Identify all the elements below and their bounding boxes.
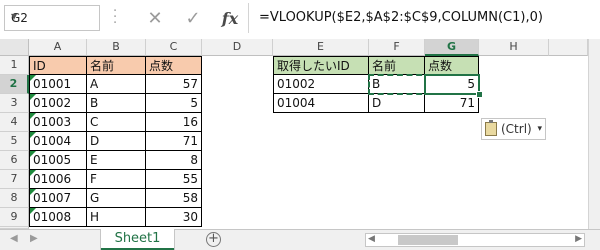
table1-cell-name[interactable]: G [87,189,146,208]
table1-cell-name[interactable]: A [87,75,146,94]
table1-header-score[interactable]: 点数 [146,56,202,75]
table2-header-score[interactable]: 点数 [425,56,479,75]
row-header-6[interactable]: 6 [0,151,29,170]
error-indicator-icon [30,170,36,176]
table2-cell-id[interactable]: 01004 [273,94,369,113]
column-header-e[interactable]: E [273,39,369,56]
table1-cell-name[interactable]: F [87,170,146,189]
chevron-down-icon: ▾ [537,124,542,134]
table1-cell-id[interactable]: 01007 [29,189,87,208]
table1-cell-score[interactable]: 30 [146,208,202,227]
scroll-tabs-right-icon[interactable]: ▶ [30,233,38,244]
table2-cell-name[interactable]: D [369,94,425,113]
select-all-corner[interactable] [0,39,29,56]
table1-cell-score[interactable]: 55 [146,170,202,189]
table1-header-name[interactable]: 名前 [87,56,146,75]
column-header-b[interactable]: B [87,39,146,56]
error-indicator-icon [30,208,36,214]
column-header-g[interactable]: G [425,39,479,56]
row-header-8[interactable]: 8 [0,189,29,208]
sheet-tab-sheet1[interactable]: Sheet1 [101,229,174,250]
clipboard-icon [485,120,497,136]
table1-cell-score[interactable]: 16 [146,113,202,132]
row-header-9[interactable]: 9 [0,208,29,227]
error-indicator-icon [30,113,36,119]
table2-cell-name[interactable]: B [369,75,425,94]
row-header-4[interactable]: 4 [0,113,29,132]
table1-cell-name[interactable]: C [87,113,146,132]
paste-options-button[interactable]: (Ctrl) ▾ [481,118,546,140]
table1-cell-score[interactable]: 58 [146,189,202,208]
scroll-tabs-left-icon[interactable]: ◀ [10,233,18,244]
table1-cell-id[interactable]: 01004 [29,132,87,151]
fill-handle[interactable] [476,91,483,98]
column-header-c[interactable]: C [146,39,202,56]
row-header-2[interactable]: 2 [0,75,29,94]
chevron-down-icon[interactable]: ▾ [11,9,95,23]
table1-cell-id[interactable]: 01006 [29,170,87,189]
table1-header-id[interactable]: ID [29,56,87,75]
table1-cell-name[interactable]: D [87,132,146,151]
scrollbar-thumb[interactable] [398,235,458,245]
row-header-3[interactable]: 3 [0,94,29,113]
column-header-a[interactable]: A [29,39,87,56]
error-indicator-icon [30,151,36,157]
row-header-1[interactable]: 1 [0,56,29,75]
table2-cell-score[interactable]: 5 [425,75,479,94]
table1-cell-id[interactable]: 01002 [29,94,87,113]
table1-cell-score[interactable]: 8 [146,151,202,170]
insert-function-button[interactable]: fx [218,7,242,31]
column-header-h[interactable]: H [479,39,549,56]
vertical-scrollbar[interactable] [588,39,600,229]
row-header-5[interactable]: 5 [0,132,29,151]
table1-cell-id[interactable]: 01001 [29,75,87,94]
table1-cell-score[interactable]: 71 [146,132,202,151]
table1-cell-name[interactable]: B [87,94,146,113]
table2-header-id[interactable]: 取得したいID [273,56,369,75]
formula-bar: G2 ▾ · · · ✕ ✓ fx =VLOOKUP($E2,$A$2:$C$9,C… [0,0,600,40]
error-indicator-icon [30,75,36,81]
table1-cell-score[interactable]: 57 [146,75,202,94]
error-indicator-icon [30,132,36,138]
table1-cell-id[interactable]: 01008 [29,208,87,227]
column-header-d[interactable]: D [202,39,273,56]
table1-cell-name[interactable]: H [87,208,146,227]
table2-header-name[interactable]: 名前 [369,56,425,75]
table1-cell-id[interactable]: 01003 [29,113,87,132]
column-header-f[interactable]: F [369,39,425,56]
name-box[interactable]: G2 ▾ [4,5,100,31]
row-header-7[interactable]: 7 [0,170,29,189]
table1-cell-id[interactable]: 01005 [29,151,87,170]
add-sheet-button[interactable]: + [206,232,221,247]
check-icon[interactable]: ✓ [181,7,205,31]
table1-cell-name[interactable]: E [87,151,146,170]
table1-cell-score[interactable]: 5 [146,94,202,113]
formula-text: =VLOOKUP($E2,$A$2:$C$9,COLUMN(C1),0) [259,10,543,25]
formula-input[interactable]: =VLOOKUP($E2,$A$2:$C$9,COLUMN(C1),0) [248,3,600,33]
error-indicator-icon [30,189,36,195]
table2-cell-score[interactable]: 71 [425,94,479,113]
table2-cell-id[interactable]: 01002 [273,75,369,94]
horizontal-scrollbar[interactable]: ◀ ▶ [365,233,585,247]
scroll-right-icon[interactable]: ▶ [575,234,582,244]
error-indicator-icon [30,94,36,100]
column-header-i[interactable] [549,39,588,56]
scroll-left-icon[interactable]: ◀ [368,234,375,244]
close-icon[interactable]: ✕ [143,7,167,31]
sheet-tab-bar: ◀ ▶ Sheet1 + ◀ ▶ [0,229,600,250]
formula-bar-grip-icon[interactable]: · · · [113,5,117,30]
paste-options-label: (Ctrl) [501,122,532,136]
